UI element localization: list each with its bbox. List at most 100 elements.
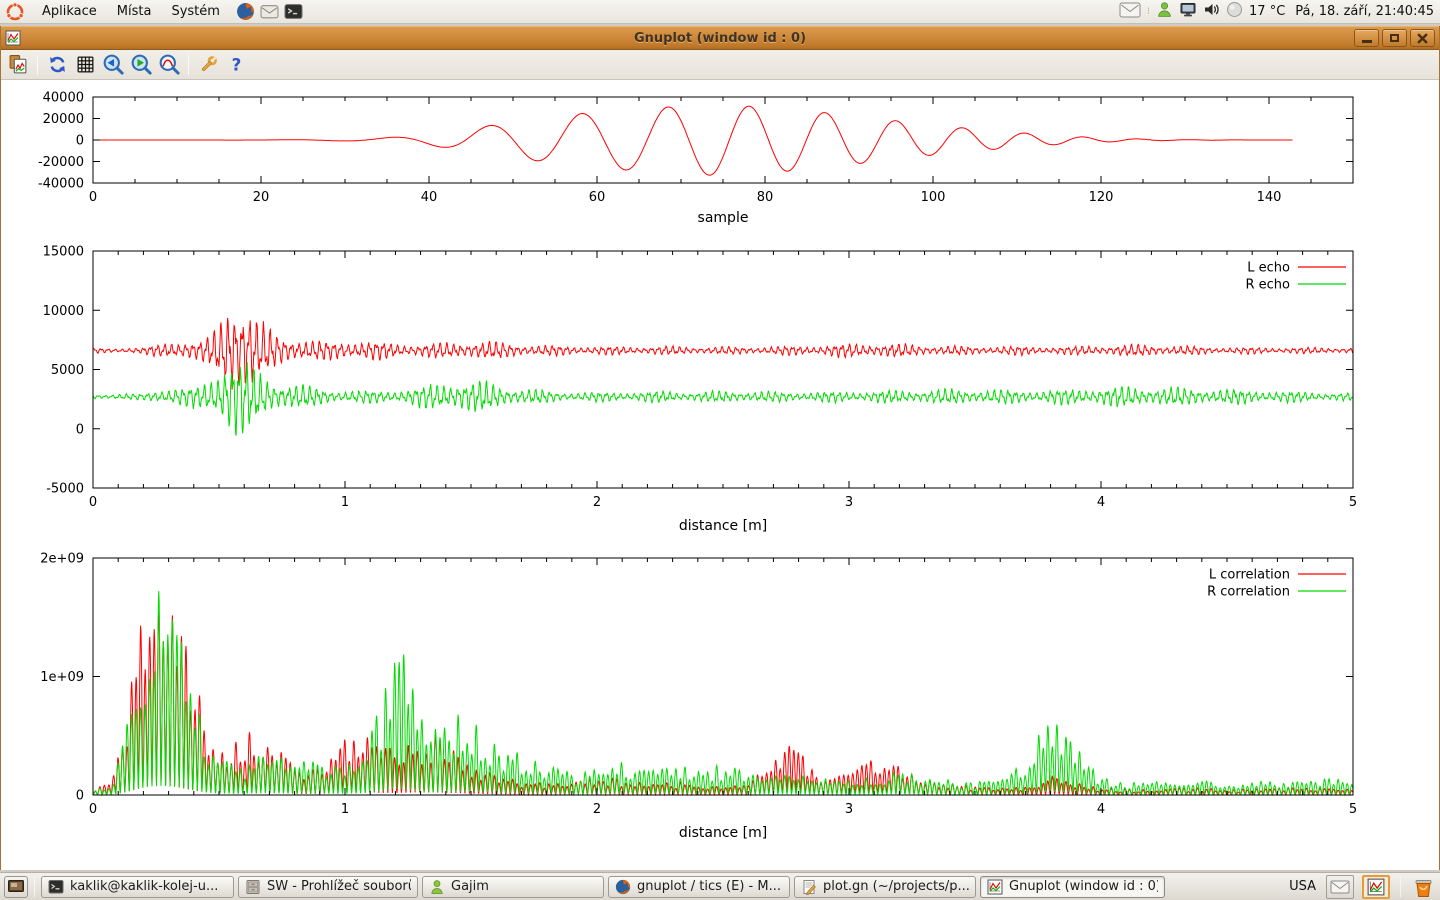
svg-text:15000: 15000 [43, 245, 84, 260]
task-button-4[interactable]: plot.gn (~/projects/p... [794, 876, 976, 898]
task-button-2[interactable]: Gajim [422, 876, 604, 898]
clock[interactable]: Pá, 18. září, 21:40:45 [1291, 4, 1434, 19]
gnuplot-tray-button[interactable] [1362, 875, 1390, 899]
firefox-launcher-icon[interactable] [236, 2, 255, 21]
svg-text:3: 3 [845, 495, 853, 510]
keyboard-layout-indicator[interactable]: USA [1289, 879, 1318, 894]
chart-echo[interactable]: 0 1 2 3 4 5 -5000 0 5000 10000 15000 distance [m] L … [1, 240, 1440, 545]
chart-signal[interactable]: 020406080100120140-40000-200000200004000… [1, 80, 1440, 240]
task-label: plot.gn (~/projects/p... [823, 879, 969, 894]
terminal-launcher-icon[interactable] [284, 2, 303, 21]
svg-text:1e+09: 1e+09 [40, 670, 84, 685]
svg-text:5000: 5000 [51, 363, 84, 378]
close-button[interactable] [1410, 29, 1435, 47]
trash-icon[interactable] [1411, 875, 1436, 899]
svg-text:1: 1 [341, 495, 349, 510]
gajim-icon [429, 879, 445, 895]
menu-system[interactable]: Systém [161, 0, 229, 23]
svg-text:120: 120 [1089, 190, 1114, 205]
task-label: Gnuplot (window id : 0) [1009, 879, 1158, 894]
svg-text:4: 4 [1097, 495, 1105, 510]
file-manager-icon [245, 879, 261, 895]
copy-plot-button[interactable] [5, 52, 31, 78]
terminal-icon [48, 879, 64, 895]
svg-text:1: 1 [341, 802, 349, 817]
top-panel: Aplikace Místa Systém ⁝ [0, 0, 1440, 24]
display-icon[interactable] [1179, 1, 1197, 22]
svg-text:10000: 10000 [43, 304, 84, 319]
task-button-0[interactable]: kaklik@kaklik-kolej-u... [41, 876, 234, 898]
svg-text:20000: 20000 [43, 112, 84, 127]
svg-text:60: 60 [589, 190, 606, 205]
svg-text:2: 2 [593, 495, 601, 510]
svg-text:2: 2 [593, 802, 601, 817]
svg-text:?: ? [231, 54, 241, 74]
gnuplot-window: Gnuplot (window id : 0) [0, 26, 1440, 870]
toolbar-separator [188, 55, 189, 75]
next-zoom-button[interactable] [128, 52, 154, 78]
temperature-label[interactable]: 17 °C [1249, 4, 1285, 19]
svg-text:0: 0 [89, 802, 97, 817]
plot-canvas[interactable]: 020406080100120140-40000-200000200004000… [1, 80, 1439, 868]
tray-separator: ⁝ [1147, 6, 1150, 17]
svg-text:0: 0 [89, 495, 97, 510]
chart-correlation[interactable]: 01234501e+092e+09distance [m]L correlati… [1, 548, 1440, 848]
svg-text:80: 80 [757, 190, 774, 205]
svg-text:R correlation: R correlation [1207, 585, 1290, 600]
help-button[interactable]: ? [223, 52, 249, 78]
taskbar-separator [34, 877, 35, 897]
task-button-5[interactable]: Gnuplot (window id : 0) [980, 876, 1165, 898]
task-label: SW - Prohlížeč souborů [267, 879, 411, 894]
svg-text:5: 5 [1349, 495, 1357, 510]
task-button-3[interactable]: gnuplot / tics (E) - M... [608, 876, 790, 898]
replot-button[interactable] [44, 52, 70, 78]
mail-tray-button[interactable] [1326, 875, 1354, 899]
settings-button[interactable] [195, 52, 221, 78]
svg-text:-40000: -40000 [38, 177, 84, 192]
user-status-icon[interactable] [1156, 1, 1173, 22]
window-title: Gnuplot (window id : 0) [1, 31, 1439, 46]
minimize-button[interactable] [1354, 29, 1379, 47]
window-titlebar[interactable]: Gnuplot (window id : 0) [1, 26, 1439, 50]
menu-applications[interactable]: Aplikace [32, 0, 107, 23]
show-desktop-button[interactable] [4, 876, 28, 898]
svg-text:3: 3 [845, 802, 853, 817]
svg-text:0: 0 [89, 190, 97, 205]
menu-places[interactable]: Místa [107, 0, 162, 23]
ubuntu-menu-icon[interactable] [0, 3, 32, 21]
svg-text:-20000: -20000 [38, 155, 84, 170]
svg-text:sample: sample [698, 210, 749, 226]
svg-text:2e+09: 2e+09 [40, 552, 84, 567]
svg-text:distance [m]: distance [m] [679, 825, 767, 841]
autoscale-button[interactable] [156, 52, 182, 78]
svg-text:140: 140 [1257, 190, 1282, 205]
weather-icon[interactable] [1226, 1, 1243, 22]
mail-launcher-icon[interactable] [260, 2, 279, 21]
firefox-icon [615, 879, 631, 895]
svg-text:0: 0 [76, 422, 84, 437]
svg-text:L correlation: L correlation [1209, 568, 1290, 583]
svg-text:4: 4 [1097, 802, 1105, 817]
svg-text:40000: 40000 [43, 91, 84, 106]
toggle-grid-button[interactable] [72, 52, 98, 78]
desktop: Aplikace Místa Systém ⁝ [0, 0, 1440, 900]
mail-notification-icon[interactable] [1119, 2, 1141, 22]
svg-text:5: 5 [1349, 802, 1357, 817]
taskbar: kaklik@kaklik-kolej-u... SW - Prohlížeč s… [0, 872, 1440, 900]
task-button-1[interactable]: SW - Prohlížeč souborů [238, 876, 418, 898]
previous-zoom-button[interactable] [100, 52, 126, 78]
svg-text:L echo: L echo [1247, 261, 1290, 276]
svg-text:distance [m]: distance [m] [679, 518, 767, 534]
gnuplot-icon [987, 879, 1003, 895]
text-editor-icon [801, 879, 817, 895]
system-tray: ⁝ 17 °C Pá, 18. září, 21:40:45 [1119, 1, 1440, 22]
task-label: kaklik@kaklik-kolej-u... [70, 879, 218, 894]
volume-icon[interactable] [1203, 1, 1220, 22]
toolbar: ? [1, 50, 1439, 80]
svg-text:20: 20 [253, 190, 270, 205]
task-label: gnuplot / tics (E) - M... [637, 879, 781, 894]
svg-text:-5000: -5000 [46, 482, 84, 497]
maximize-button[interactable] [1382, 29, 1407, 47]
toolbar-separator [37, 55, 38, 75]
task-label: Gajim [451, 879, 489, 894]
